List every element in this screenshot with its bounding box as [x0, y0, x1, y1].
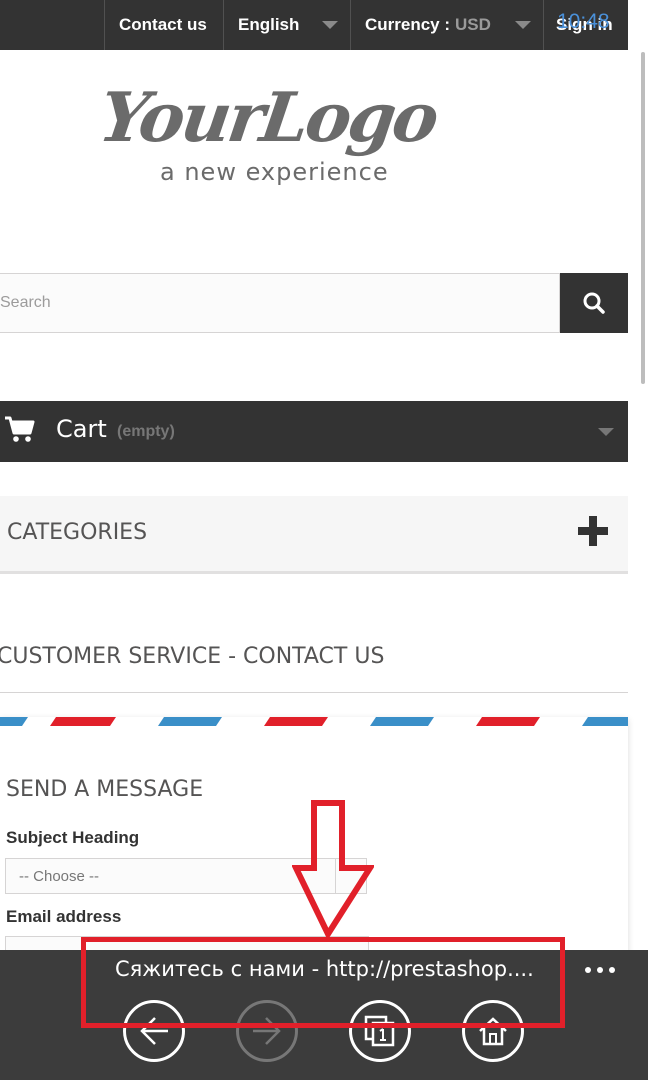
subject-label: Subject Heading — [6, 828, 140, 847]
form-title: SEND A MESSAGE — [6, 777, 204, 802]
logo-tagline: a new experience — [160, 158, 389, 186]
more-button[interactable] — [578, 950, 622, 990]
site-logo[interactable]: YourLogo a new experience — [94, 78, 490, 198]
search-button[interactable] — [560, 273, 628, 333]
chevron-down-icon — [515, 21, 531, 29]
language-selector[interactable]: English — [223, 0, 350, 50]
search-icon — [583, 292, 605, 314]
categories-title: CATEGORIES — [7, 520, 148, 545]
subject-select-value: -- Choose -- — [19, 867, 100, 885]
divider — [0, 692, 628, 693]
contact-us-label: Contact us — [119, 15, 207, 34]
more-dot — [597, 967, 603, 973]
envelope-stripe — [0, 717, 628, 726]
page-title: CUSTOMER SERVICE - CONTACT US — [0, 644, 385, 669]
currency-selector[interactable]: Currency : USD — [350, 0, 543, 50]
top-navigation: Contact us English Currency : USD Sign i… — [0, 0, 628, 50]
more-dots-icon — [585, 967, 591, 973]
search-box — [0, 273, 560, 333]
cart-title: Cart — [56, 415, 107, 443]
currency-label: Currency : — [365, 15, 451, 34]
page-scrollbar[interactable] — [641, 52, 645, 384]
more-dot — [609, 967, 615, 973]
annotation-arrow-icon — [292, 800, 374, 938]
search-input[interactable] — [0, 274, 559, 332]
cart-status: (empty) — [117, 423, 175, 440]
cart-block[interactable]: Cart (empty) — [0, 401, 628, 462]
contact-us-link[interactable]: Contact us — [104, 0, 223, 50]
logo-wordmark: YourLogo — [94, 78, 441, 158]
language-label: English — [238, 15, 300, 34]
plus-icon[interactable] — [578, 516, 608, 546]
status-clock: 10:48 — [557, 10, 610, 33]
email-label: Email address — [6, 907, 122, 926]
categories-block[interactable]: CATEGORIES — [0, 496, 628, 574]
chevron-down-icon — [598, 428, 614, 436]
currency-value: USD — [455, 15, 491, 34]
chevron-down-icon — [322, 21, 338, 29]
cart-icon — [5, 416, 35, 442]
annotation-highlight-box — [81, 937, 565, 1028]
